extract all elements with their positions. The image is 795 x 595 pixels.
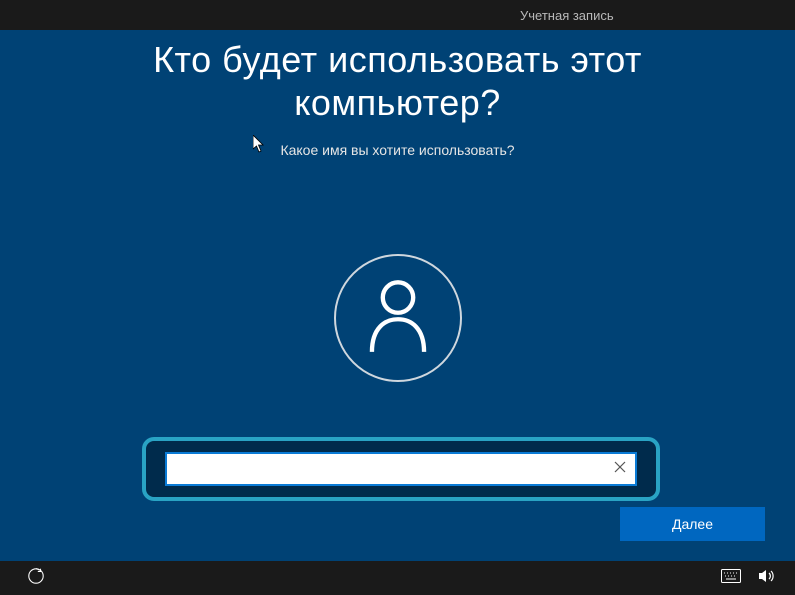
main-area: Кто будет использовать этот компьютер? К… bbox=[0, 30, 795, 561]
top-bar: Учетная запись bbox=[0, 0, 795, 30]
on-screen-keyboard-button[interactable] bbox=[717, 564, 745, 592]
user-icon bbox=[365, 278, 431, 359]
heading-line-1: Кто будет использовать этот bbox=[153, 39, 642, 80]
username-input[interactable] bbox=[167, 454, 605, 484]
close-icon bbox=[614, 460, 626, 478]
heading-line-2: компьютер? bbox=[294, 82, 501, 123]
volume-icon bbox=[758, 568, 776, 589]
input-highlight-frame bbox=[142, 437, 660, 501]
ease-of-access-icon bbox=[27, 567, 45, 590]
next-button[interactable]: Далее bbox=[620, 507, 765, 541]
user-avatar-placeholder bbox=[334, 254, 462, 382]
username-input-wrapper bbox=[165, 452, 637, 486]
ease-of-access-button[interactable] bbox=[22, 564, 50, 592]
page-title: Кто будет использовать этот компьютер? bbox=[0, 38, 795, 124]
volume-button[interactable] bbox=[753, 564, 781, 592]
clear-input-button[interactable] bbox=[605, 454, 635, 484]
bottom-bar bbox=[0, 561, 795, 595]
page-subtitle: Какое имя вы хотите использовать? bbox=[0, 142, 795, 158]
keyboard-icon bbox=[721, 569, 741, 588]
section-label: Учетная запись bbox=[520, 8, 614, 23]
next-button-label: Далее bbox=[672, 516, 713, 532]
